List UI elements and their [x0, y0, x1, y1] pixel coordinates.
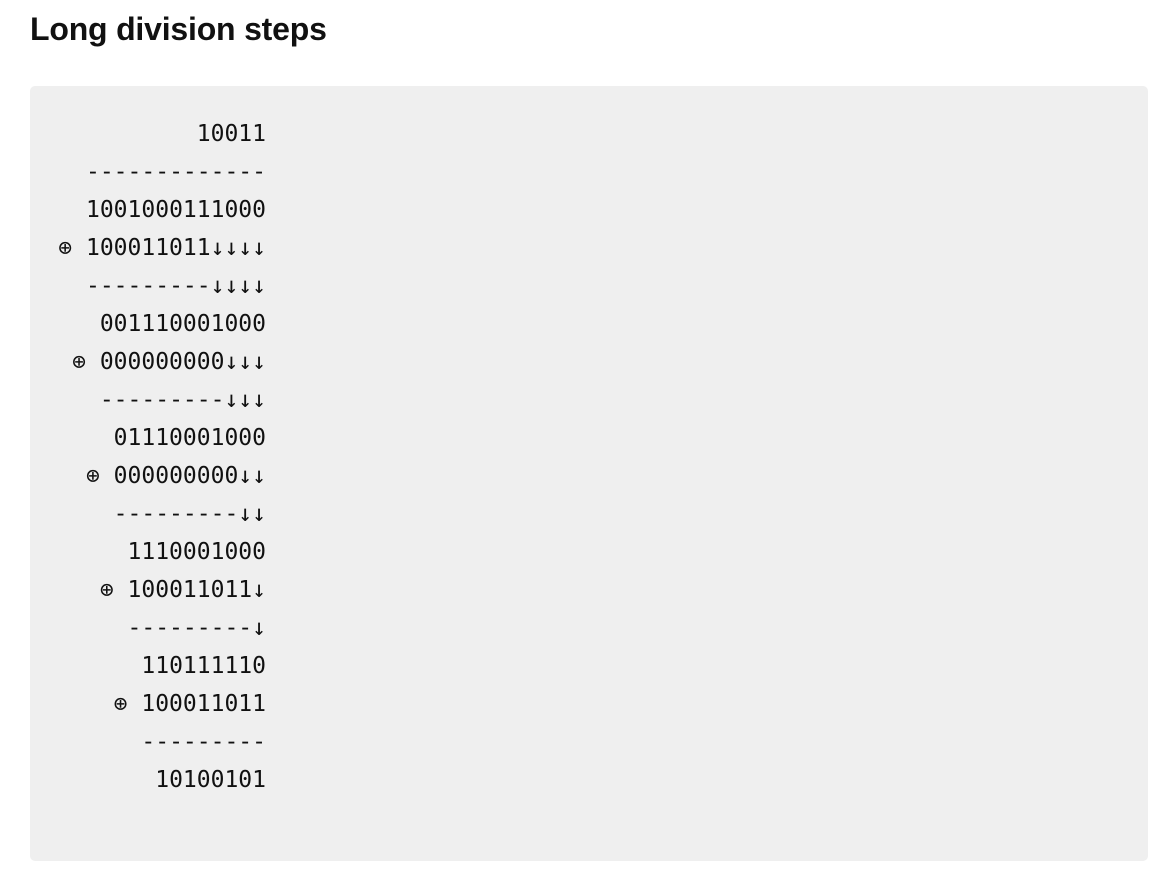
- code-line-divider: ---------↓↓: [113, 501, 266, 527]
- code-line-remainder: 1110001000: [127, 539, 266, 565]
- code-block: 10011 ------------- 1001000111000 ⊕ 1000…: [30, 86, 1148, 861]
- code-line-remainder: 110111110: [141, 653, 266, 679]
- code-line-xor-step: ⊕ 000000000↓↓: [85, 463, 266, 489]
- code-line-xor-step: ⊕ 100011011↓: [99, 577, 266, 603]
- code-line-divider: ---------↓↓↓: [99, 387, 266, 413]
- code-line-xor-step: ⊕ 100011011↓↓↓↓: [58, 235, 266, 261]
- code-line-divider: ---------↓: [127, 615, 266, 641]
- code-line-remainder: 01110001000: [113, 425, 266, 451]
- code-line-divider: ---------: [141, 729, 266, 755]
- code-line-xor-step: ⊕ 000000000↓↓↓: [72, 349, 266, 375]
- code-line-quotient: 10011: [196, 121, 266, 147]
- section-heading: Long division steps: [30, 11, 327, 47]
- code-line-divider: -------------: [85, 159, 266, 185]
- code-line-remainder: 001110001000: [99, 311, 266, 337]
- code-line-xor-step: ⊕ 100011011: [113, 691, 266, 717]
- code-line-final-remainder: 10100101: [155, 767, 266, 793]
- code-line-divider: ---------↓↓↓↓: [85, 273, 266, 299]
- code-line-dividend: 1001000111000: [85, 197, 266, 223]
- long-division-text: 10011 ------------- 1001000111000 ⊕ 1000…: [30, 115, 266, 799]
